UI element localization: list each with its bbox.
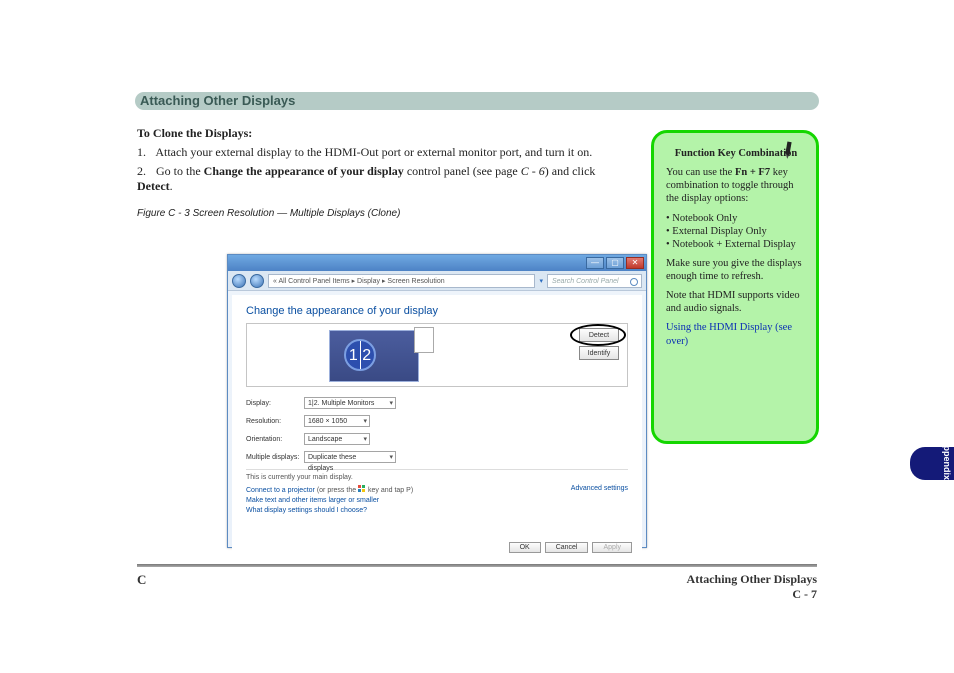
step-2-number: 2. [137,164,153,179]
address-bar: « All Control Panel Items ▸ Display ▸ Sc… [228,271,646,291]
cancel-button[interactable]: Cancel [545,542,589,553]
close-button[interactable]: ✕ [626,257,644,269]
step-2-bold-a: Change the appearance of your display [204,164,404,178]
note-bullet-1: • Notebook Only [666,212,806,225]
note-hdmi-link[interactable]: Using the HDMI Display (see over) [666,322,792,346]
display-preview: 1 2 Detect Identify [246,323,628,387]
resolution-label: Resolution: [246,418,304,425]
footer-left-marker: C [137,572,146,588]
nav-forward-icon[interactable] [250,274,264,288]
step-2-text-b: control panel (see page [404,164,521,178]
breadcrumb-dropdown-icon[interactable]: ▾ [539,277,543,285]
resolution-row: Resolution: 1680 × 1050 [246,415,628,427]
side-thumb-tab: Appendix [910,447,954,480]
step-1-number: 1. [137,145,153,160]
note-callout-box: Function Key Combination You can use the… [651,130,819,444]
monitor-graphic[interactable]: 1 2 [329,330,419,382]
separator [246,469,628,470]
projector-link-end: key and tap P) [366,487,413,494]
step-2-pageref: C - 6 [521,164,545,178]
orientation-select[interactable]: Landscape [304,433,370,445]
orientation-label: Orientation: [246,436,304,443]
step-1-text: Attach your external display to the HDMI… [155,145,592,159]
steps-heading: To Clone the Displays: [137,126,627,141]
multiple-displays-row: Multiple displays: Duplicate these displ… [246,451,628,463]
dialog-button-row: OK Cancel Apply [509,542,632,553]
apply-button[interactable]: Apply [592,542,632,553]
note-p2: Make sure you give the displays enough t… [666,257,806,283]
section-header-bar: Attaching Other Displays [135,92,819,110]
section-header-text: Attaching Other Displays [140,93,295,108]
side-tab-label: Appendix [942,439,952,499]
projector-link-text: Connect to a projector [246,487,315,494]
note-p1a: You can use the [666,167,735,178]
resolution-select[interactable]: 1680 × 1050 [304,415,370,427]
advanced-settings-link[interactable]: Advanced settings [571,485,628,492]
search-input[interactable]: Search Control Panel [547,274,642,288]
footer-right-title: Attaching Other Displays [687,572,817,587]
step-2: 2. Go to the Change the appearance of yo… [137,164,627,194]
multiple-displays-select[interactable]: Duplicate these displays [304,451,396,463]
instruction-text: To Clone the Displays: 1. Attach your ex… [137,126,627,221]
maximize-button[interactable]: ▢ [606,257,624,269]
note-bullet-2: • External Display Only [666,225,806,238]
ok-button[interactable]: OK [509,542,541,553]
content-heading: Change the appearance of your display [246,305,628,317]
search-placeholder: Search Control Panel [552,278,619,285]
identify-button[interactable]: Identify [579,346,619,360]
step-1: 1. Attach your external display to the H… [137,145,627,160]
screen-resolution-window: — ▢ ✕ « All Control Panel Items ▸ Displa… [227,254,647,548]
breadcrumb[interactable]: « All Control Panel Items ▸ Display ▸ Sc… [268,274,535,288]
figure-label: Figure C - 3 Screen Resolution — Multipl… [137,208,627,221]
footer-right: Attaching Other Displays C - 7 [687,572,817,602]
step-2-text-c: ) and click [545,164,596,178]
which-settings-link[interactable]: What display settings should I choose? [246,507,628,514]
windows-key-icon [358,485,366,493]
projector-link-mid: (or press the [315,487,358,494]
display-select[interactable]: 1|2. Multiple Monitors [304,397,396,409]
window-content: Change the appearance of your display 1 … [232,295,642,559]
display-row: Display: 1|2. Multiple Monitors [246,397,628,409]
step-2-text-d: . [170,179,173,193]
minimize-button[interactable]: — [586,257,604,269]
multiple-displays-label: Multiple displays: [246,454,304,461]
footer-right-page: C - 7 [687,587,817,602]
note-key-combo: Fn + F7 [735,167,770,178]
step-2-bold-b: Detect [137,179,170,193]
nav-back-icon[interactable] [232,274,246,288]
display-label: Display: [246,400,304,407]
footer-rule [137,564,817,567]
text-size-link[interactable]: Make text and other items larger or smal… [246,497,628,504]
note-bullet-3: • Notebook + External Display [666,238,806,251]
titlebar: — ▢ ✕ [228,255,646,271]
monitor-mini-icon [414,327,434,353]
note-p3: Note that HDMI supports video and audio … [666,289,806,315]
step-2-text-a: Go to the [156,164,204,178]
detect-button[interactable]: Detect [579,328,619,342]
main-display-note: This is currently your main display. [246,474,628,481]
monitor-divider [360,341,361,369]
orientation-row: Orientation: Landscape [246,433,628,445]
